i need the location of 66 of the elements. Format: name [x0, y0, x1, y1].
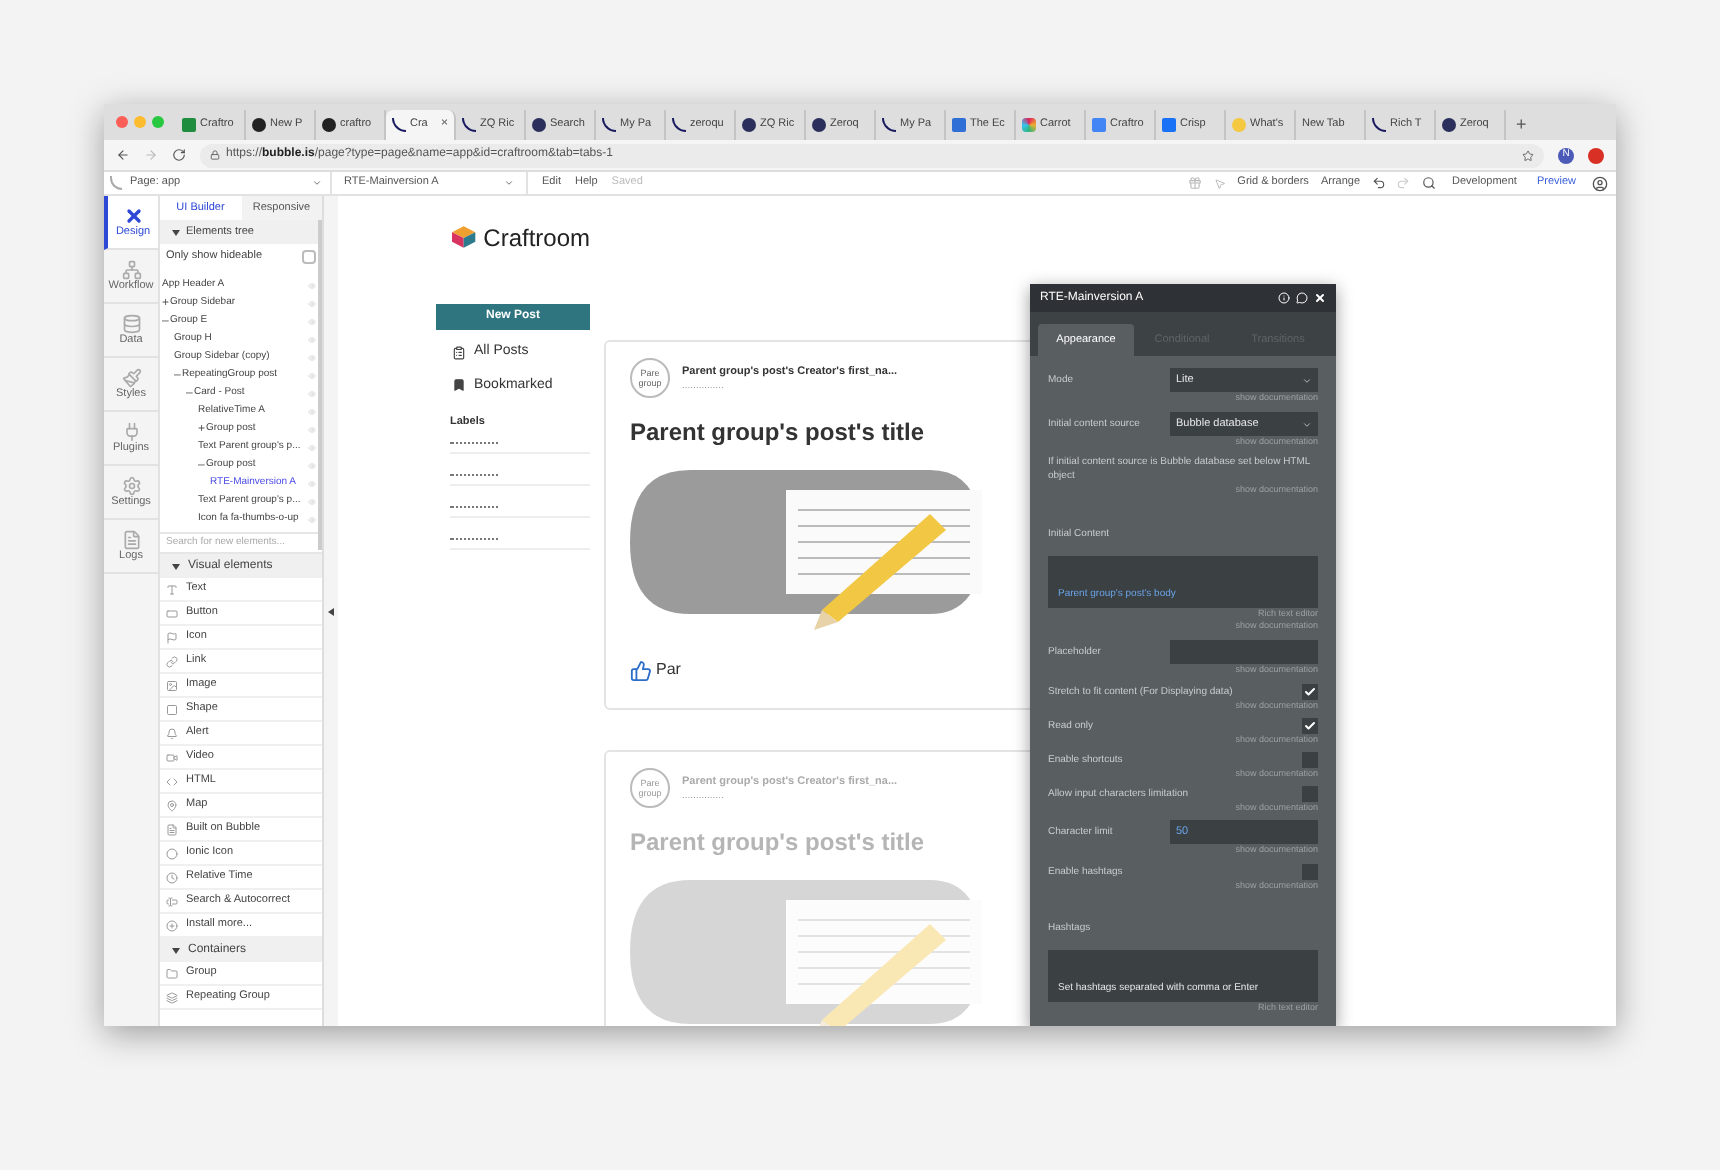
checkbox[interactable]: [1302, 752, 1318, 768]
minimize-window-icon[interactable]: [134, 116, 146, 128]
clipboard-icon: [452, 345, 466, 360]
checkbox[interactable]: [1302, 864, 1318, 880]
plus-circle-icon: [166, 919, 178, 931]
checkbox[interactable]: [1302, 718, 1318, 734]
reload-icon[interactable]: [172, 148, 186, 162]
bell-icon: [166, 727, 178, 739]
link-icon: [166, 655, 178, 667]
folder-icon: [166, 967, 178, 979]
checkbox[interactable]: [1302, 684, 1318, 700]
clock-icon: [166, 871, 178, 883]
thumbs-up-icon[interactable]: [630, 659, 652, 681]
brush-icon: [121, 367, 141, 387]
circle-icon: [166, 847, 178, 859]
layers-icon: [166, 991, 178, 1003]
new-tab-button[interactable]: +: [1516, 110, 1527, 140]
caret-icon: [1302, 419, 1312, 429]
close-icon[interactable]: [1314, 292, 1326, 304]
settings-icon: [121, 475, 141, 495]
redo-icon[interactable]: [1396, 176, 1411, 190]
text-icon: [166, 583, 178, 595]
user-icon[interactable]: [1592, 175, 1608, 191]
gift-icon[interactable]: [1187, 176, 1202, 190]
checkbox[interactable]: [1302, 786, 1318, 802]
check-icon: [1304, 686, 1316, 698]
post-title: Parent group's post's title: [630, 416, 925, 450]
empty-label-placeholder: [450, 471, 498, 476]
forward-icon[interactable]: [144, 148, 158, 162]
database-icon: [121, 313, 141, 333]
hierarchy-icon: [121, 259, 141, 279]
flag-icon: [166, 631, 178, 643]
button-icon: [166, 607, 178, 619]
code-icon: [166, 775, 178, 787]
lock-icon: [210, 150, 220, 160]
comment-icon[interactable]: [1296, 292, 1308, 304]
star-icon[interactable]: [1522, 149, 1534, 161]
cube-logo-icon: [452, 226, 476, 248]
square-icon: [166, 703, 178, 715]
plug-icon: [121, 421, 141, 441]
image-icon: [166, 679, 178, 691]
close-window-icon[interactable]: [116, 116, 128, 128]
empty-label-placeholder: [450, 503, 498, 508]
caret-icon: [504, 178, 514, 188]
back-icon[interactable]: [116, 148, 130, 162]
undo-icon[interactable]: [1372, 176, 1387, 190]
extension-icon[interactable]: [1588, 147, 1604, 163]
video-icon: [166, 751, 178, 763]
bookmark-icon: [452, 378, 466, 393]
check-icon: [1304, 720, 1316, 732]
map-pin-icon: [166, 799, 178, 811]
post-title: Parent group's post's title: [630, 826, 925, 860]
caret-icon: [1302, 375, 1312, 385]
maximize-window-icon[interactable]: [152, 116, 164, 128]
text-input-icon: [166, 895, 178, 907]
app-logo-text: Craftroom: [483, 221, 590, 255]
input-field[interactable]: [1170, 640, 1318, 664]
empty-label-placeholder: [450, 535, 498, 540]
info-icon[interactable]: [1278, 292, 1290, 304]
caret-icon: [312, 178, 322, 188]
checkbox[interactable]: [302, 249, 316, 263]
cross-icon: [123, 205, 143, 225]
cursor-icon[interactable]: [1213, 177, 1226, 189]
empty-label-placeholder: [450, 439, 498, 444]
search-icon[interactable]: [1422, 176, 1437, 190]
like-label: Par: [656, 658, 681, 682]
